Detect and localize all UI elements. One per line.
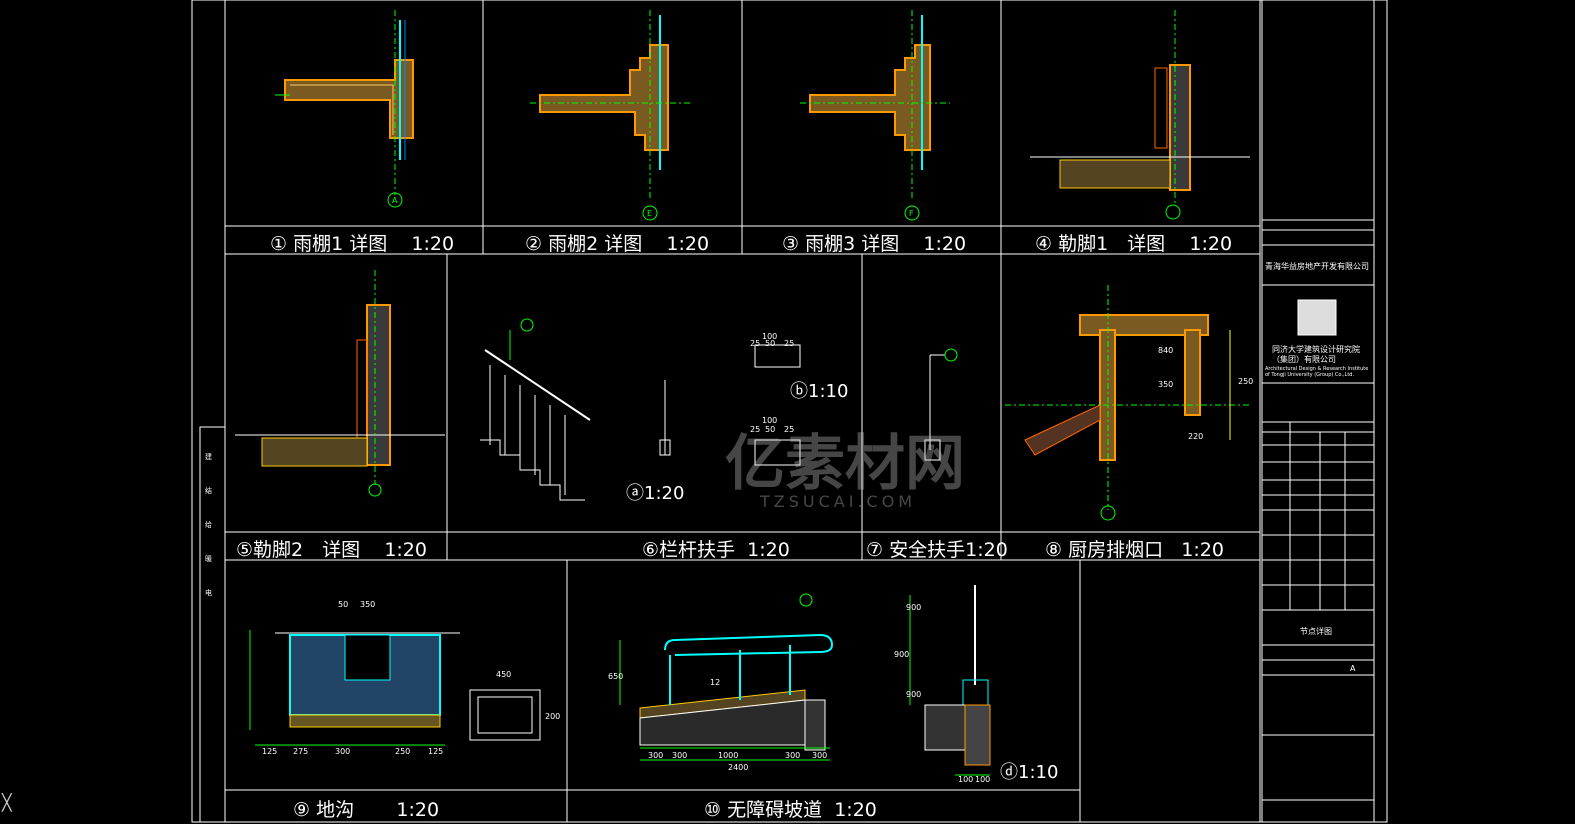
dim-ramp-4: 300 <box>785 751 801 760</box>
dim-trench-1: 125 <box>262 747 278 756</box>
dim-trench-4: 250 <box>395 747 411 756</box>
axis-label-e: E <box>647 209 653 218</box>
tb-drawing-title: 节点详图 <box>1300 627 1332 636</box>
dim-d-1: 900 <box>906 603 922 612</box>
dim-chimney-4: 250 <box>1238 377 1254 386</box>
left-stamp-text: 建结给暖电 <box>205 453 212 597</box>
watermark-url: TZSUCAI.COM <box>760 492 917 511</box>
caption-8: ⑧ 厨房排烟口 1:20 <box>1045 539 1224 561</box>
dim-trench-9: 200 <box>545 712 561 721</box>
dim-ramp-6: 2400 <box>728 763 749 772</box>
dim-ramp-7: 650 <box>608 672 624 681</box>
sub-scale-d: ⓓ1:10 <box>1000 762 1059 783</box>
dim-trench-7: 50 <box>338 600 349 609</box>
dim-ramp-3: 1000 <box>718 751 739 760</box>
tb-institute-en: Architectural Design & Research Institut… <box>1265 366 1369 378</box>
detail-10-ramp <box>619 593 834 761</box>
caption-7: ⑦ 安全扶手1:20 <box>866 539 1008 561</box>
dim-d-3: 100 <box>975 775 991 784</box>
detail-5-plinth <box>235 270 445 497</box>
dim-b-4: 25 <box>784 339 795 348</box>
watermark-brand: 亿素材网 <box>725 429 965 499</box>
dim-d-4: 900 <box>906 690 922 699</box>
tb-owner: 青海华益房地产开发有限公司 <box>1265 262 1369 271</box>
sub-scale-a: ⓐ1:20 <box>626 483 685 504</box>
caption-4: ④ 勒脚1 详图 1:20 <box>1035 233 1233 255</box>
caption-10: ⑩ 无障碍坡道 1:20 <box>704 799 877 821</box>
dim-trench-2: 275 <box>293 747 309 756</box>
caption-2: ② 雨棚2 详图 1:20 <box>525 233 710 255</box>
dim-ramp-1: 300 <box>648 751 664 760</box>
dim-b-2: 25 <box>750 339 761 348</box>
dim-ramp-2: 300 <box>672 751 688 760</box>
svg-text:╳: ╳ <box>1 793 13 812</box>
tb-institute-cn: 同济大学建筑设计研究院（集团）有限公司 <box>1272 345 1360 364</box>
dim-b-3: 50 <box>765 339 776 348</box>
tb-sheet-no: A <box>1350 664 1356 673</box>
dim-chimney-3: 220 <box>1188 432 1204 441</box>
dim-d-2: 100 <box>958 775 974 784</box>
dim-trench-5: 125 <box>428 747 444 756</box>
caption-9: ⑨ 地沟 1:20 <box>293 799 440 821</box>
detail-2-canopy <box>530 10 690 221</box>
sub-scale-b: ⓑ1:10 <box>790 381 849 402</box>
dim-chimney-2: 350 <box>1158 380 1174 389</box>
dim-ramp-5: 300 <box>812 751 828 760</box>
caption-3: ③ 雨棚3 详图 1:20 <box>782 233 967 255</box>
dim-ramp-8: 900 <box>894 650 910 659</box>
axis-label-a: A <box>392 196 398 205</box>
dim-trench-8: 450 <box>496 670 512 679</box>
dim-chimney-1: 840 <box>1158 346 1174 355</box>
dim-trench-3: 300 <box>335 747 351 756</box>
detail-3-canopy <box>800 10 950 221</box>
detail-9-trench <box>249 630 541 746</box>
caption-5: ⑤勒脚2 详图 1:20 <box>236 539 427 561</box>
detail-1-canopy <box>275 10 414 208</box>
detail-8-chimney <box>1005 285 1250 521</box>
dim-ramp-9: 12 <box>710 678 721 687</box>
detail-4-plinth <box>1030 10 1250 220</box>
caption-1: ① 雨棚1 详图 1:20 <box>270 233 455 255</box>
cad-drawing: ╳ <box>1 0 1388 823</box>
detail-d-rail-base <box>909 585 991 776</box>
caption-6: ⑥栏杆扶手 1:20 <box>642 539 790 561</box>
title-block <box>1261 0 1375 823</box>
dim-trench-6: 350 <box>360 600 376 609</box>
axis-label-f: F <box>909 209 914 218</box>
